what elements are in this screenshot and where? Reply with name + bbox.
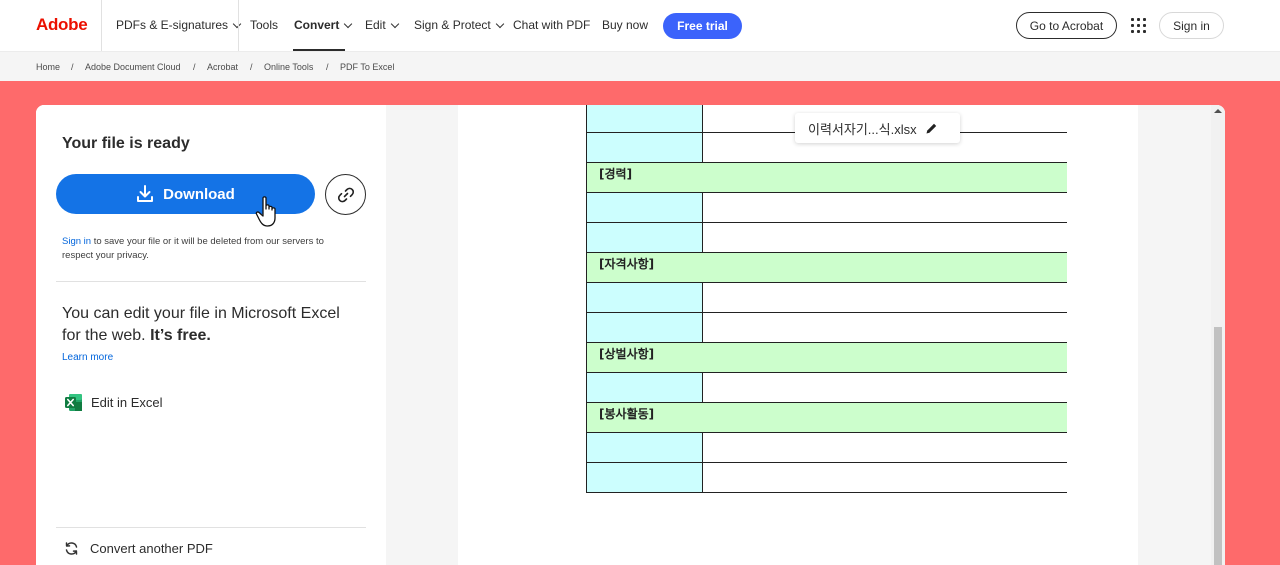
- share-link-button[interactable]: [325, 174, 366, 215]
- spreadsheet-preview[interactable]: [경력] [자격사항] [상벌사항] [봉사활동] 이력서자기...식.xlsx: [386, 105, 1225, 565]
- filename-label: 이력서자기...식.xlsx: [808, 121, 917, 137]
- table-cell-value: [703, 463, 1067, 493]
- nav-pdfs-esignatures[interactable]: PDFs & E-signatures: [116, 18, 242, 32]
- breadcrumb-pdf-to-excel: PDF To Excel: [340, 62, 395, 72]
- breadcrumb-home[interactable]: Home: [36, 62, 60, 72]
- edit-in-excel-label: Edit in Excel: [91, 394, 163, 410]
- sign-in-note-text: to save your file or it will be deleted …: [62, 236, 324, 261]
- table-cell-value: [703, 313, 1067, 343]
- preview-scrollbar[interactable]: [1211, 105, 1225, 565]
- nav-divider: [101, 0, 102, 51]
- top-nav: Adobe PDFs & E-signatures Tools Convert …: [0, 0, 1280, 51]
- table-cell-value: [703, 373, 1067, 403]
- nav-label: PDFs & E-signatures: [116, 18, 229, 32]
- apps-grid-icon[interactable]: [1131, 18, 1146, 33]
- chevron-down-icon: [344, 19, 353, 29]
- table-row: [586, 223, 1067, 253]
- table-cell-label: [586, 433, 703, 463]
- edit-in-excel-button[interactable]: Edit in Excel: [64, 392, 163, 412]
- divider: [56, 527, 366, 528]
- file-ready-title: Your file is ready: [62, 135, 190, 152]
- filename-chip[interactable]: 이력서자기...식.xlsx: [795, 113, 960, 143]
- result-card: Your file is ready Download Sign in to s…: [36, 105, 1225, 565]
- nav-label: Sign & Protect: [414, 18, 491, 32]
- nav-sign-protect[interactable]: Sign & Protect: [414, 18, 504, 32]
- learn-more-link[interactable]: Learn more: [62, 352, 113, 363]
- nav-buy-now[interactable]: Buy now: [602, 18, 648, 32]
- table-cell-label: [586, 373, 703, 403]
- breadcrumb-separator: /: [71, 62, 74, 72]
- excel-icon: [65, 393, 82, 411]
- scrollbar-thumb[interactable]: [1214, 327, 1222, 565]
- go-to-acrobat-button[interactable]: Go to Acrobat: [1016, 12, 1117, 39]
- link-icon: [337, 187, 354, 202]
- download-label: Download: [163, 185, 235, 203]
- sheet-page: [경력] [자격사항] [상벌사항] [봉사활동] 이력서자기...식.xlsx: [458, 105, 1138, 565]
- convert-another-pdf-button[interactable]: Convert another PDF: [64, 541, 213, 556]
- refresh-icon: [65, 542, 78, 555]
- chevron-down-icon: [495, 19, 504, 29]
- divider: [56, 281, 366, 282]
- table-cell-label: [586, 193, 703, 223]
- table-cell-value: [703, 283, 1067, 313]
- chevron-down-icon: [390, 19, 399, 29]
- table-cell-value: [703, 223, 1067, 253]
- table-row: [586, 463, 1067, 493]
- table-cell-value: [703, 193, 1067, 223]
- nav-label: Edit: [365, 18, 386, 32]
- convert-another-label: Convert another PDF: [90, 541, 213, 556]
- download-panel: Your file is ready Download Sign in to s…: [36, 105, 386, 565]
- hand-cursor-icon: [255, 196, 276, 227]
- section-header-volunteer: [봉사활동]: [586, 403, 1067, 433]
- breadcrumb-separator: /: [250, 62, 253, 72]
- excel-free-text: It’s free.: [150, 327, 211, 344]
- nav-tools[interactable]: Tools: [250, 18, 278, 32]
- download-icon: [137, 185, 154, 202]
- nav-chat-with-pdf[interactable]: Chat with PDF: [513, 18, 590, 32]
- table-row: [586, 313, 1067, 343]
- breadcrumb-online-tools[interactable]: Online Tools: [264, 62, 313, 72]
- table-row: [586, 433, 1067, 463]
- adobe-logo[interactable]: Adobe: [36, 15, 88, 35]
- section-header-awards: [상벌사항]: [586, 343, 1067, 373]
- free-trial-button[interactable]: Free trial: [663, 13, 742, 39]
- table-cell-label: [586, 223, 703, 253]
- scroll-up-icon[interactable]: [1214, 109, 1222, 113]
- table-cell-label: [586, 463, 703, 493]
- sign-in-button[interactable]: Sign in: [1159, 12, 1224, 39]
- table-row: [586, 283, 1067, 313]
- table-cell-label: [586, 105, 703, 133]
- table-cell-label: [586, 313, 703, 343]
- breadcrumb-adobe-document-cloud[interactable]: Adobe Document Cloud: [85, 62, 181, 72]
- section-header-career: [경력]: [586, 163, 1067, 193]
- pencil-icon[interactable]: [925, 122, 938, 135]
- section-header-qualifications: [자격사항]: [586, 253, 1067, 283]
- table-row: [586, 193, 1067, 223]
- table-cell-value: [703, 433, 1067, 463]
- sign-in-note: Sign in to save your file or it will be …: [62, 235, 352, 262]
- sign-in-link[interactable]: Sign in: [62, 236, 91, 247]
- table-cell-label: [586, 133, 703, 163]
- table-cell-label: [586, 283, 703, 313]
- nav-divider: [238, 0, 239, 51]
- nav-edit[interactable]: Edit: [365, 18, 399, 32]
- breadcrumb-separator: /: [193, 62, 196, 72]
- edit-in-excel-message: You can edit your file in Microsoft Exce…: [62, 303, 362, 347]
- table-row: [586, 373, 1067, 403]
- breadcrumb-acrobat[interactable]: Acrobat: [207, 62, 238, 72]
- breadcrumb: Home / Adobe Document Cloud / Acrobat / …: [0, 51, 1280, 81]
- breadcrumb-separator: /: [326, 62, 329, 72]
- nav-label: Convert: [294, 18, 340, 32]
- nav-convert[interactable]: Convert: [294, 18, 353, 32]
